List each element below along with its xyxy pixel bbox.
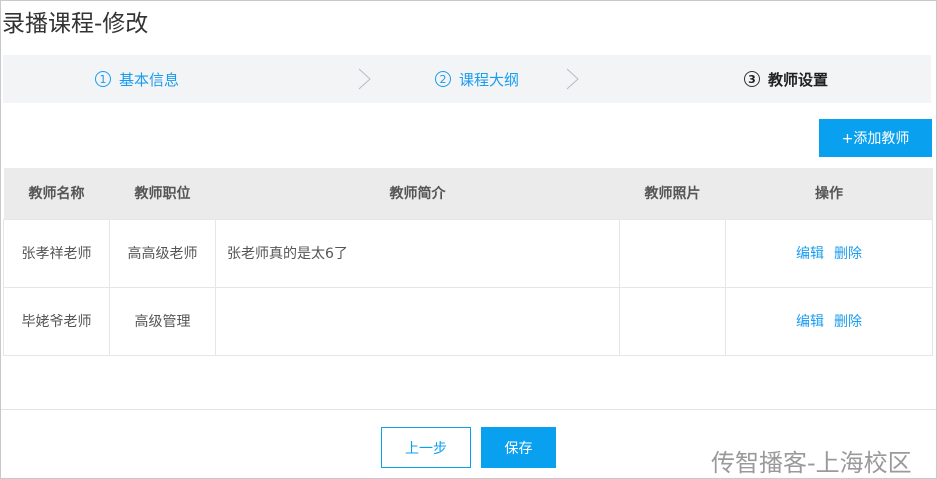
teacher-intro-cell: 张老师真的是太6了	[215, 218, 620, 288]
edit-link[interactable]: 编辑	[796, 246, 824, 262]
step-bar: 1 基本信息 2 课程大纲 3 教师设置	[3, 55, 931, 103]
column-header-intro: 教师简介	[215, 168, 620, 219]
teacher-photo-cell	[619, 218, 726, 288]
actions-cell: 编辑 删除	[725, 218, 933, 288]
column-header-name: 教师名称	[3, 168, 110, 219]
step-label: 教师设置	[768, 70, 829, 89]
step-number-badge: 3	[744, 71, 760, 87]
watermark-text: 传智播客-上海校区	[711, 449, 912, 477]
teacher-intro-cell	[215, 286, 620, 356]
step-label: 课程大纲	[459, 70, 520, 89]
chevron-right-icon	[358, 68, 371, 90]
previous-step-button[interactable]: 上一步	[381, 427, 471, 468]
footer-divider	[1, 409, 936, 410]
column-header-actions: 操作	[725, 168, 933, 219]
add-teacher-button[interactable]: +添加教师	[819, 119, 932, 157]
edit-link[interactable]: 编辑	[796, 314, 824, 330]
table-row: 毕姥爷老师 高级管理 编辑 删除	[3, 286, 933, 356]
teacher-photo-cell	[619, 286, 726, 356]
step-label: 基本信息	[119, 70, 180, 89]
column-header-position: 教师职位	[109, 168, 216, 219]
page-title: 录播课程-修改	[2, 11, 149, 37]
teacher-position-cell: 高级管理	[109, 286, 216, 356]
chevron-right-icon	[566, 68, 579, 90]
actions-cell: 编辑 删除	[725, 286, 933, 356]
delete-link[interactable]: 删除	[834, 314, 862, 330]
step-course-outline[interactable]: 2 课程大纲	[435, 55, 519, 103]
teacher-position-cell: 高高级老师	[109, 218, 216, 288]
step-basic-info[interactable]: 1 基本信息	[95, 55, 179, 103]
teacher-name-cell: 毕姥爷老师	[3, 286, 110, 356]
table-header-row: 教师名称 教师职位 教师简介 教师照片 操作	[3, 168, 933, 219]
column-header-photo: 教师照片	[619, 168, 726, 219]
delete-link[interactable]: 删除	[834, 246, 862, 262]
step-number-badge: 1	[95, 71, 111, 87]
step-number-badge: 2	[435, 71, 451, 87]
step-teacher-settings[interactable]: 3 教师设置	[744, 55, 828, 103]
save-button[interactable]: 保存	[481, 427, 556, 468]
teacher-table: 教师名称 教师职位 教师简介 教师照片 操作 张孝祥老师 高高级老师 张老师真的…	[3, 168, 933, 356]
teacher-name-cell: 张孝祥老师	[3, 218, 110, 288]
table-row: 张孝祥老师 高高级老师 张老师真的是太6了 编辑 删除	[3, 218, 933, 288]
